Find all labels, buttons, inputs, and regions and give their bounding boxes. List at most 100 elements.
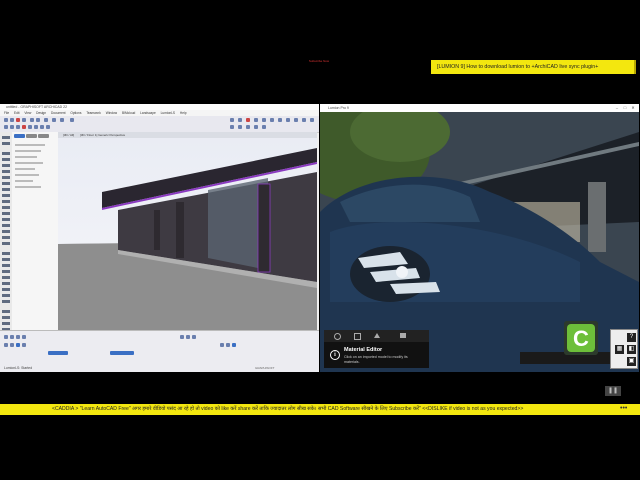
toolbar-icon[interactable] [34,125,38,129]
tool-wall-icon[interactable] [2,152,10,155]
tool-morph-icon[interactable] [2,224,10,227]
menu-help[interactable]: Help [180,111,187,115]
tool-arc-icon[interactable] [2,288,10,291]
help-icon[interactable]: ? [627,333,636,342]
navigator-tab-layout-book[interactable] [38,134,49,138]
toolbar-icon[interactable] [246,125,250,129]
toolbar-icon[interactable] [254,125,258,129]
bottom-tool-icon[interactable] [192,335,196,339]
tool-text-icon[interactable] [2,264,10,267]
navigator-tab-view-map[interactable] [26,134,37,138]
bottom-tool-icon[interactable] [220,343,224,347]
tool-slab-icon[interactable] [2,182,10,185]
toolbar-icon[interactable] [44,118,48,122]
navigator-row[interactable] [15,180,33,182]
navigator-row[interactable] [15,150,41,152]
tool-fill-icon[interactable] [2,276,10,279]
toolbar-icon[interactable] [270,118,274,122]
toolbar-icon[interactable] [286,118,290,122]
panel-icon[interactable]: ▣ [627,357,636,366]
menu-document[interactable]: Document [51,111,66,115]
bottom-tool-icon[interactable] [232,343,236,347]
menu-window[interactable]: Window [106,111,117,115]
toolbar-icon[interactable] [262,125,266,129]
toolbar-icon[interactable] [10,125,14,129]
material-cube-icon[interactable] [354,333,361,340]
material-triangle-icon[interactable] [374,333,380,338]
bottom-button[interactable] [110,351,134,355]
toolbar-icon[interactable] [302,118,306,122]
layer-icon[interactable]: ◧ [627,345,636,354]
toolbar-icon[interactable] [310,118,314,122]
material-save-icon[interactable] [400,333,406,338]
toolbar-icon[interactable] [246,118,250,122]
tool-line-icon[interactable] [2,282,10,285]
toolbar-icon[interactable] [230,118,234,122]
tool-dimension-icon[interactable] [2,252,10,255]
bottom-tool-icon[interactable] [180,335,184,339]
bottom-tool-icon[interactable] [10,335,14,339]
toolbar-icon[interactable] [46,125,50,129]
grid-icon[interactable]: ▦ [615,345,624,354]
navigator-row[interactable] [15,162,43,164]
pause-icon[interactable]: ❚❚ [605,386,621,396]
tool-arrow-icon[interactable] [2,136,10,139]
tool-elevation-icon[interactable] [2,316,10,319]
tool-zone-icon[interactable] [2,236,10,239]
tool-window-icon[interactable] [2,164,10,167]
tool-railing-icon[interactable] [2,194,10,197]
toolbar-icon[interactable] [22,118,26,122]
bottom-tool-icon[interactable] [16,343,20,347]
toolbar-icon[interactable] [30,118,34,122]
view-tab-3d-all[interactable]: [3D / All] [63,133,74,137]
tool-curtain-wall-icon[interactable] [2,218,10,221]
menu-options[interactable]: Options [70,111,81,115]
menu-edit[interactable]: Edit [14,111,20,115]
toolbar-icon[interactable] [70,118,74,122]
bottom-tool-icon[interactable] [226,343,230,347]
toolbar-icon[interactable] [16,125,20,129]
menu-lumionls[interactable]: LumionLS [161,111,175,115]
tool-marquee-icon[interactable] [2,142,10,145]
bottom-button[interactable] [48,351,68,355]
menu-view[interactable]: View [24,111,31,115]
toolbar-icon[interactable] [238,125,242,129]
maximize-icon[interactable]: □ [622,105,628,110]
menu-landscape[interactable]: Landscape [140,111,156,115]
toolbar-icon[interactable] [254,118,258,122]
bottom-tool-icon[interactable] [10,343,14,347]
toolbar-icon[interactable] [22,125,26,129]
tool-mesh-icon[interactable] [2,242,10,245]
navigator-row[interactable] [15,168,35,170]
toolbar-icon[interactable] [294,118,298,122]
toolbar-icon[interactable] [278,118,282,122]
tool-roof-icon[interactable] [2,200,10,203]
tool-object-icon[interactable] [2,230,10,233]
more-icon[interactable]: ••• [620,404,632,415]
menu-file[interactable]: File [4,111,9,115]
tool-level-icon[interactable] [2,258,10,261]
menu-design[interactable]: Design [36,111,46,115]
toolbar-icon[interactable] [4,118,8,122]
navigator-row[interactable] [15,174,39,176]
close-icon[interactable]: ✕ [630,105,636,110]
navigator-row[interactable] [15,144,45,146]
tool-detail-icon[interactable] [2,322,10,325]
bottom-tool-icon[interactable] [22,343,26,347]
toolbar-icon[interactable] [4,125,8,129]
toolbar-icon[interactable] [262,118,266,122]
toolbar-icon[interactable] [10,118,14,122]
navigator-tab-project-map[interactable] [14,134,25,138]
toolbar-icon[interactable] [60,118,64,122]
archicad-3d-view[interactable] [58,132,317,332]
material-sphere-icon[interactable] [334,333,341,340]
menu-bimcloud[interactable]: BIMcloud [122,111,135,115]
toolbar-icon[interactable] [238,118,242,122]
tool-polyline-icon[interactable] [2,294,10,297]
navigator-row[interactable] [15,156,37,158]
tool-shell-icon[interactable] [2,206,10,209]
bottom-tool-icon[interactable] [4,335,8,339]
bottom-tool-icon[interactable] [186,335,190,339]
toolbar-icon[interactable] [36,118,40,122]
tool-skylight-icon[interactable] [2,212,10,215]
